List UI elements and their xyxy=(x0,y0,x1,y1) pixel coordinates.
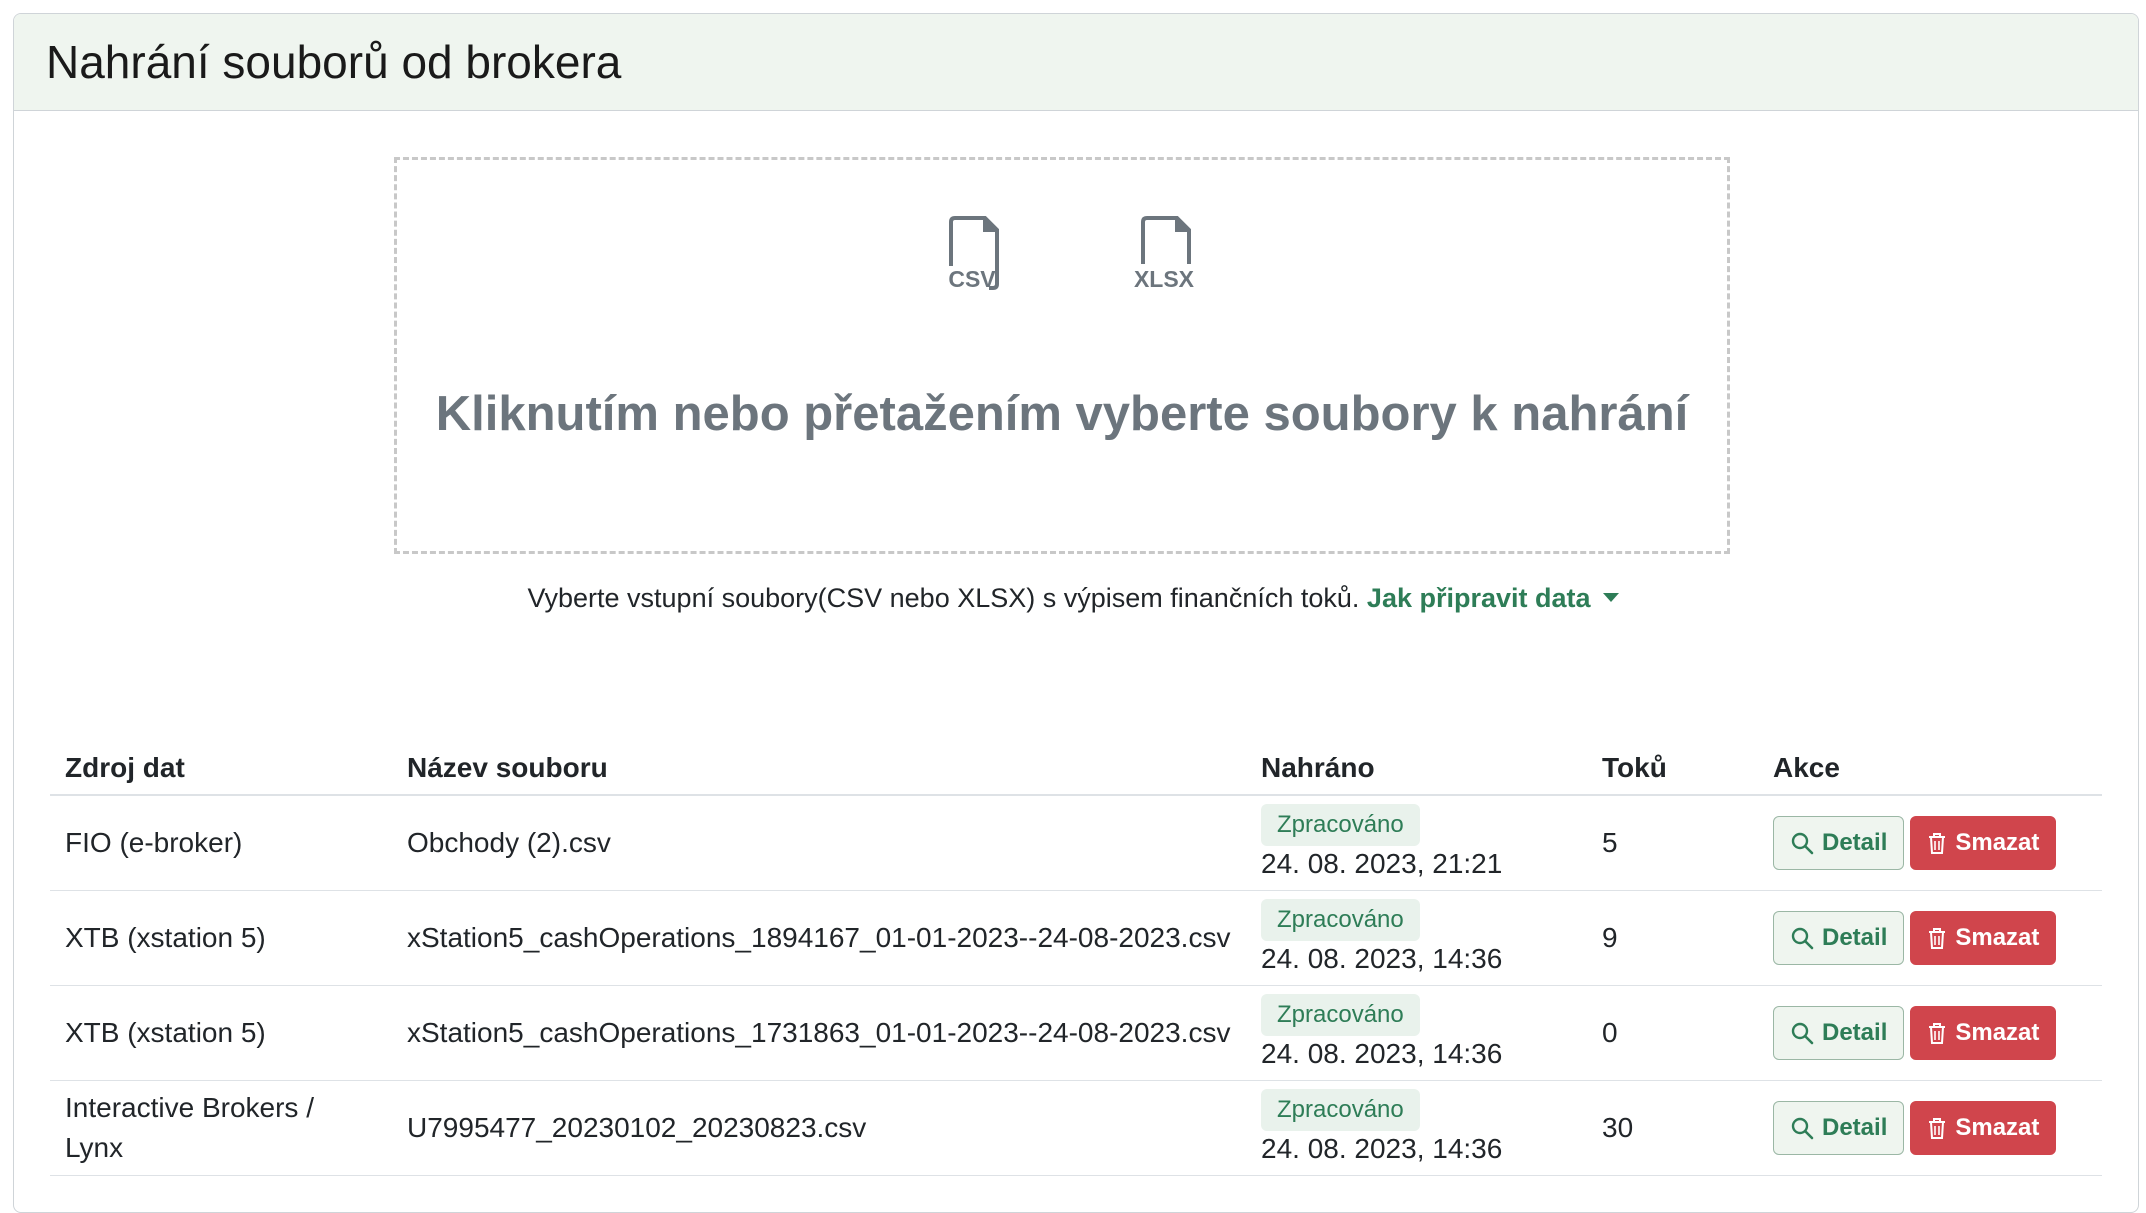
cell-filename: Obchody (2).csv xyxy=(392,795,1246,891)
table-row: XTB (xstation 5) xStation5_cashOperation… xyxy=(50,985,2102,1081)
search-icon xyxy=(1791,927,1814,949)
detail-button[interactable]: Detail xyxy=(1773,1100,1905,1155)
cell-actions: Detail Smazat xyxy=(1758,985,2102,1081)
delete-button[interactable]: Smazat xyxy=(1910,910,2057,965)
prepare-data-link-label: Jak připravit data xyxy=(1366,583,1591,613)
cell-uploaded: Zpracováno 24. 08. 2023, 21:21 xyxy=(1246,795,1587,891)
cell-uploaded: Zpracováno 24. 08. 2023, 14:36 xyxy=(1246,890,1587,986)
detail-label: Detail xyxy=(1822,828,1888,856)
cell-source: XTB (xstation 5) xyxy=(50,890,392,986)
prepare-data-link[interactable]: Jak připravit data xyxy=(1367,583,1619,613)
file-dropzone[interactable]: CSV XLSX Kliknutím nebo přetažením vyber… xyxy=(394,157,1730,554)
cell-actions: Detail Smazat xyxy=(1758,795,2102,891)
table-row: FIO (e-broker) Obchody (2).csv Zpracován… xyxy=(50,795,2102,891)
cell-count: 0 xyxy=(1587,985,1758,1081)
status-badge: Zpracováno xyxy=(1261,804,1420,847)
files-table: Zdroj dat Název souboru Nahráno Toků Akc… xyxy=(50,740,2102,1176)
table-header-row: Zdroj dat Název souboru Nahráno Toků Akc… xyxy=(50,740,2102,796)
delete-button[interactable]: Smazat xyxy=(1910,1005,2057,1060)
detail-button[interactable]: Detail xyxy=(1773,910,1905,965)
cell-source: FIO (e-broker) xyxy=(50,795,392,891)
cell-count: 9 xyxy=(1587,890,1758,986)
cell-filename: xStation5_cashOperations_1894167_01-01-2… xyxy=(392,890,1246,986)
hint-text: Vyberte vstupní soubory(CSV nebo XLSX) s… xyxy=(527,583,1360,613)
detail-label: Detail xyxy=(1822,1113,1888,1141)
delete-label: Smazat xyxy=(1955,1018,2040,1046)
upload-date: 24. 08. 2023, 21:21 xyxy=(1261,848,1503,880)
csv-file-icon: CSV xyxy=(937,214,1007,294)
trash-icon xyxy=(1929,832,1946,854)
card-header: Nahrání souborů od brokera xyxy=(14,14,2138,111)
upload-date: 24. 08. 2023, 14:36 xyxy=(1261,1038,1503,1069)
search-icon xyxy=(1791,1117,1814,1139)
csv-label: CSV xyxy=(948,266,996,292)
delete-label: Smazat xyxy=(1955,1113,2040,1141)
table-row: Interactive Brokers / Lynx U7995477_2023… xyxy=(50,1080,2102,1176)
dropzone-text: Kliknutím nebo přetažením vyberte soubor… xyxy=(435,387,1689,441)
detail-label: Detail xyxy=(1822,1018,1888,1046)
cell-filename: U7995477_20230102_20230823.csv xyxy=(392,1080,1246,1176)
xlsx-file-icon: XLSX xyxy=(1129,214,1199,294)
search-icon xyxy=(1791,832,1814,855)
cell-count: 30 xyxy=(1587,1080,1758,1176)
header-actions: Akce xyxy=(1758,740,2102,796)
header-source[interactable]: Zdroj dat xyxy=(50,740,392,796)
trash-icon xyxy=(1929,1117,1946,1139)
delete-label: Smazat xyxy=(1955,828,2040,856)
cell-actions: Detail Smazat xyxy=(1758,890,2102,986)
delete-button[interactable]: Smazat xyxy=(1910,1100,2057,1155)
caret-down-icon xyxy=(1602,593,1619,603)
detail-label: Detail xyxy=(1822,923,1888,951)
status-badge: Zpracováno xyxy=(1261,1089,1420,1131)
header-uploaded[interactable]: Nahráno xyxy=(1246,740,1587,796)
status-badge: Zpracováno xyxy=(1261,994,1420,1036)
xlsx-label: XLSX xyxy=(1133,266,1195,292)
upload-date: 24. 08. 2023, 14:36 xyxy=(1261,943,1503,974)
cell-actions: Detail Smazat xyxy=(1758,1080,2102,1176)
cell-source: Interactive Brokers / Lynx xyxy=(50,1080,392,1176)
trash-icon xyxy=(1929,1022,1946,1044)
detail-button[interactable]: Detail xyxy=(1773,815,1905,870)
upload-date: 24. 08. 2023, 14:36 xyxy=(1261,1133,1503,1164)
header-count[interactable]: Toků xyxy=(1587,740,1758,796)
cell-uploaded: Zpracováno 24. 08. 2023, 14:36 xyxy=(1246,1080,1587,1176)
page-title: Nahrání souborů od brokera xyxy=(46,36,622,88)
cell-count: 5 xyxy=(1587,795,1758,891)
cell-source: XTB (xstation 5) xyxy=(50,985,392,1081)
cell-filename: xStation5_cashOperations_1731863_01-01-2… xyxy=(392,985,1246,1081)
header-filename[interactable]: Název souboru xyxy=(392,740,1246,796)
status-badge: Zpracováno xyxy=(1261,899,1420,941)
search-icon xyxy=(1791,1022,1814,1044)
delete-label: Smazat xyxy=(1955,923,2040,951)
detail-button[interactable]: Detail xyxy=(1773,1005,1905,1060)
table-row: XTB (xstation 5) xStation5_cashOperation… xyxy=(50,890,2102,986)
upload-hint: Vyberte vstupní soubory(CSV nebo XLSX) s… xyxy=(0,583,2146,614)
delete-button[interactable]: Smazat xyxy=(1910,815,2057,870)
cell-uploaded: Zpracováno 24. 08. 2023, 14:36 xyxy=(1246,985,1587,1081)
trash-icon xyxy=(1929,927,1946,949)
